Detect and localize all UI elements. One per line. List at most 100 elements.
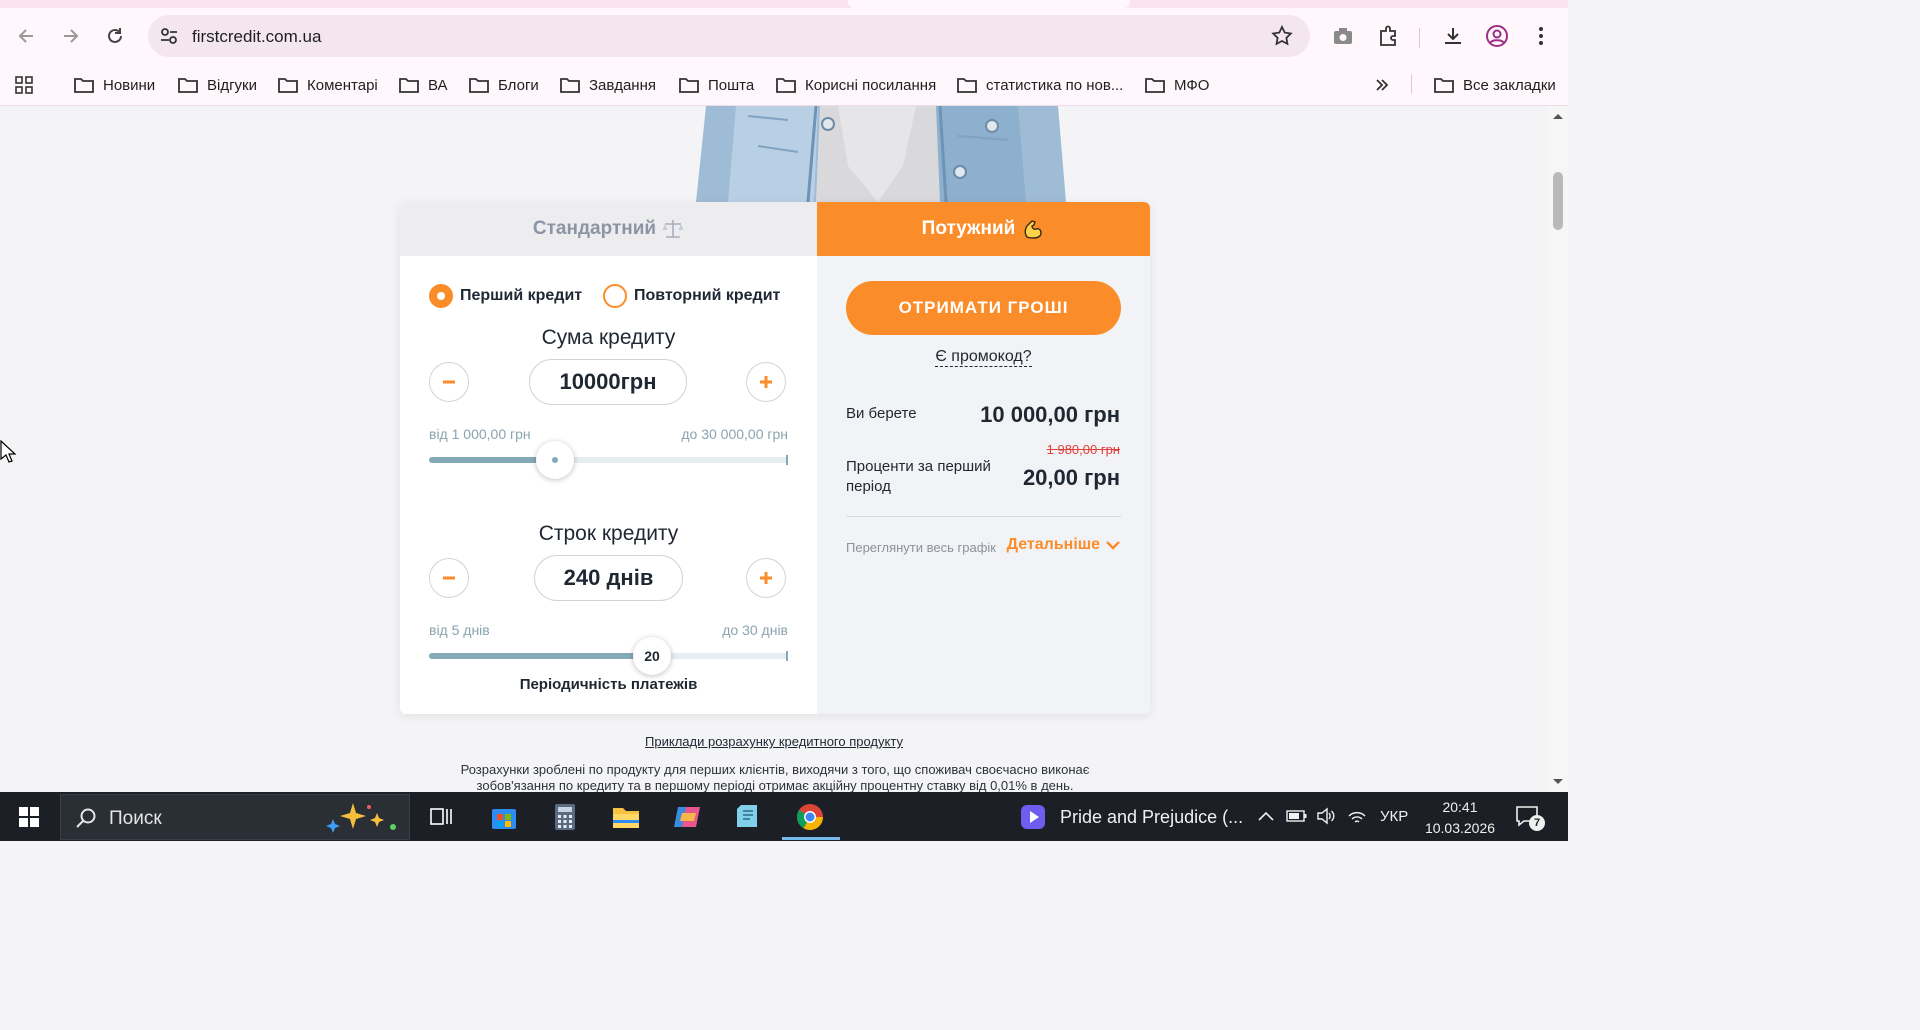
bookmark-folder[interactable]: Блоги <box>468 73 539 97</box>
bookmark-label: Відгуки <box>207 76 258 94</box>
get-money-button[interactable]: ОТРИМАТИ ГРОШІ <box>846 281 1121 335</box>
apps-grid-icon[interactable] <box>14 73 34 97</box>
bookmark-label: Пошта <box>708 76 755 94</box>
schedule-label: Переглянути весь графік <box>846 540 996 555</box>
start-button[interactable] <box>12 800 46 834</box>
scroll-down-icon[interactable] <box>1552 778 1564 786</box>
forward-button[interactable] <box>56 22 84 50</box>
back-button[interactable] <box>13 22 41 50</box>
scales-icon <box>662 220 684 238</box>
amount-decrease-button[interactable] <box>429 362 469 402</box>
bookmark-folder[interactable]: Завдання <box>559 73 656 97</box>
tab-powerful[interactable]: Потужний <box>817 202 1150 256</box>
tab-strip <box>0 0 1568 8</box>
amount-slider-handle[interactable] <box>536 441 574 479</box>
wifi-icon[interactable] <box>1347 807 1367 825</box>
slider-handle-dot <box>552 457 558 463</box>
bookmark-folder[interactable]: Корисні посилання <box>775 73 936 97</box>
bookmark-star-icon[interactable] <box>1270 24 1294 53</box>
notepad-icon <box>737 805 757 827</box>
arrow-right-icon <box>64 29 79 43</box>
amount-slider-track[interactable] <box>429 455 788 465</box>
chrome-icon <box>796 804 824 831</box>
browser-toolbar: firstcredit.com.ua <box>0 8 1568 64</box>
downloads-icon[interactable] <box>1439 22 1467 50</box>
promo-code-link[interactable]: Є промокод? <box>817 348 1150 367</box>
all-bookmarks-label: Все закладки <box>1463 76 1556 94</box>
bookmark-folder[interactable]: Пошта <box>678 73 754 97</box>
interest-label: Проценти за перший період <box>846 458 991 495</box>
copilot-icon <box>674 807 700 827</box>
scroll-up-icon[interactable] <box>1552 112 1564 120</box>
payment-periodicity-label: Періодичність платежів <box>519 676 698 693</box>
bookmark-folder[interactable]: Новини <box>73 73 155 97</box>
term-title: Строк кредиту <box>538 522 679 545</box>
toolbar-separator <box>1419 28 1420 48</box>
profile-icon[interactable] <box>1483 22 1511 50</box>
bookmark-label: МФО <box>1174 76 1210 94</box>
amount-increase-button[interactable] <box>746 362 786 402</box>
media-widget[interactable]: Pride and Prejudice (... <box>1020 804 1243 830</box>
reload-button[interactable] <box>101 22 129 50</box>
folder-icon <box>74 78 94 93</box>
url-text[interactable]: firstcredit.com.ua <box>192 27 321 47</box>
notes-app[interactable] <box>731 800 765 834</box>
calculator-icon <box>555 804 575 830</box>
radio-repeat-credit[interactable]: Повторний кредит <box>603 284 780 308</box>
interest-old-price: 1 980,00 грн <box>1046 442 1120 457</box>
site-settings-icon[interactable] <box>158 25 180 52</box>
page-scrollbar[interactable] <box>1548 106 1568 792</box>
microsoft-store-app[interactable] <box>487 800 521 834</box>
reload-icon <box>108 28 122 43</box>
chevron-up-icon[interactable] <box>1258 811 1274 821</box>
windows-logo-icon <box>19 807 39 827</box>
bookmarks-bar: Новини Відгуки Коментарі ВА Блоги Завдан… <box>0 64 1568 106</box>
folder-icon <box>957 78 977 93</box>
term-increase-button[interactable] <box>746 558 786 598</box>
more-bookmarks-button[interactable] <box>1374 73 1390 97</box>
tab-standard[interactable]: Стандартний <box>400 202 817 256</box>
folder-icon <box>278 78 298 93</box>
bookmarks-separator <box>1411 74 1412 94</box>
taskbar-search[interactable]: Поиск <box>60 794 410 840</box>
task-view-button[interactable] <box>424 800 458 834</box>
chrome-app[interactable] <box>793 800 827 834</box>
clock[interactable]: 20:41 10.03.2026 <box>1420 797 1500 839</box>
media-player-icon <box>1021 805 1045 829</box>
radio-repeat-label: Повторний кредит <box>634 287 781 304</box>
volume-icon[interactable] <box>1316 806 1336 826</box>
loan-calculator: Стандартний Потужний Перший кредит Повто… <box>400 202 1150 714</box>
media-title: Pride and Prejudice (... <box>1060 806 1244 827</box>
input-language[interactable]: УКР <box>1380 808 1408 825</box>
scrollbar-thumb[interactable] <box>1553 172 1563 230</box>
battery-icon[interactable] <box>1286 809 1308 823</box>
amount-title: Сума кредиту <box>541 326 676 349</box>
file-explorer-app[interactable] <box>609 800 643 834</box>
copilot-app[interactable] <box>670 800 704 834</box>
term-slider-handle[interactable]: 20 <box>633 637 671 675</box>
task-view-icon <box>430 808 452 825</box>
calculation-examples-link[interactable]: Приклади розрахунку кредитного продукту <box>0 734 1548 749</box>
calculator-app[interactable] <box>548 800 582 834</box>
bookmark-folder[interactable]: статистика по нов... <box>956 73 1123 97</box>
address-bar[interactable]: firstcredit.com.ua <box>148 15 1310 57</box>
all-bookmarks-folder[interactable]: Все закладки <box>1433 73 1556 97</box>
double-chevron-right-icon <box>1376 79 1389 91</box>
bookmark-folder[interactable]: Коментарі <box>277 73 378 97</box>
bookmark-folder[interactable]: МФО <box>1144 73 1209 97</box>
term-decrease-button[interactable] <box>429 558 469 598</box>
radio-first-credit[interactable]: Перший кредит <box>429 284 582 308</box>
flexed-biceps-icon <box>1024 220 1043 239</box>
active-tab[interactable] <box>848 0 1130 8</box>
screenshot-icon[interactable] <box>1329 22 1357 50</box>
bookmark-folder[interactable]: ВА <box>398 73 448 97</box>
details-toggle[interactable]: Детальніше <box>1007 536 1120 554</box>
hero-image <box>688 106 1066 202</box>
notifications-button[interactable]: 7 <box>1515 805 1545 831</box>
term-slider-track[interactable] <box>429 651 788 661</box>
more-menu-icon[interactable] <box>1527 22 1555 50</box>
extensions-icon[interactable] <box>1374 22 1402 50</box>
amount-value[interactable]: 10000грн <box>529 359 687 405</box>
term-value[interactable]: 240 днів <box>534 555 683 601</box>
bookmark-folder[interactable]: Відгуки <box>177 73 257 97</box>
